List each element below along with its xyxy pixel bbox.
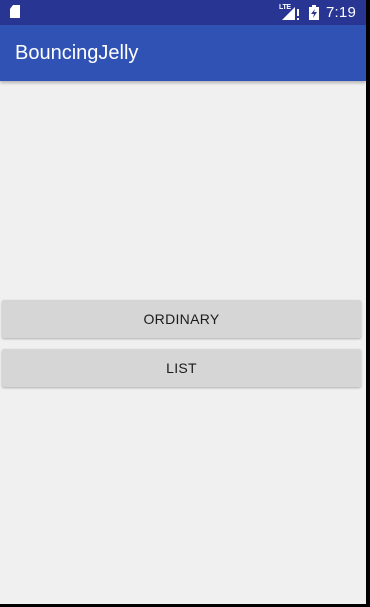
battery-charging-icon	[309, 5, 319, 20]
list-button[interactable]: LIST	[2, 349, 361, 387]
status-clock: 7:19	[326, 4, 356, 21]
app-screen: LTE 7:19 BouncingJelly ORDINARY LIST	[0, 0, 366, 604]
ordinary-button[interactable]: ORDINARY	[2, 300, 361, 338]
status-icons: LTE 7:19	[279, 3, 356, 22]
lte-signal-icon: LTE	[279, 4, 301, 21]
app-title: BouncingJelly	[15, 42, 139, 64]
status-bar: LTE 7:19	[0, 0, 366, 25]
sd-card-icon	[10, 5, 20, 18]
app-bar: BouncingJelly	[0, 25, 366, 81]
